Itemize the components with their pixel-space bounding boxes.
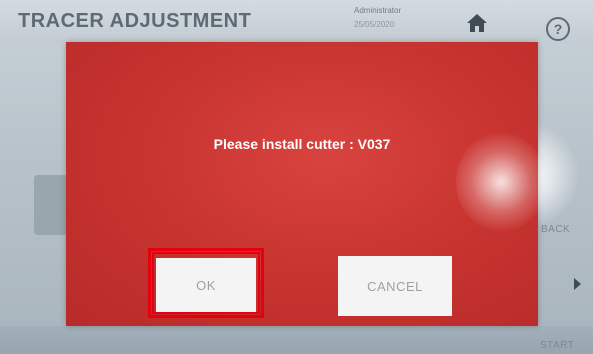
start-button[interactable]: START (540, 340, 574, 351)
top-bar: TRACER ADJUSTMENT Administrator 25/05/20… (0, 0, 593, 44)
help-icon[interactable]: ? (546, 17, 570, 41)
arrow-right-icon[interactable] (574, 278, 581, 290)
date-label: 25/05/2020 (354, 20, 395, 29)
install-cutter-dialog: Please install cutter : V037 OK CANCEL (66, 42, 546, 326)
user-name: Administrator (354, 6, 402, 15)
page-title: TRACER ADJUSTMENT (18, 10, 252, 32)
home-icon[interactable] (466, 12, 488, 34)
back-button[interactable]: BACK (541, 224, 570, 235)
dialog-message: Please install cutter : V037 (213, 136, 391, 152)
user-info: Administrator 25/05/2020 (354, 4, 401, 32)
cancel-button[interactable]: CANCEL (338, 256, 452, 316)
bottom-toolbar (0, 326, 593, 354)
ok-button[interactable]: OK (156, 258, 256, 312)
machine-graphic (34, 175, 68, 235)
